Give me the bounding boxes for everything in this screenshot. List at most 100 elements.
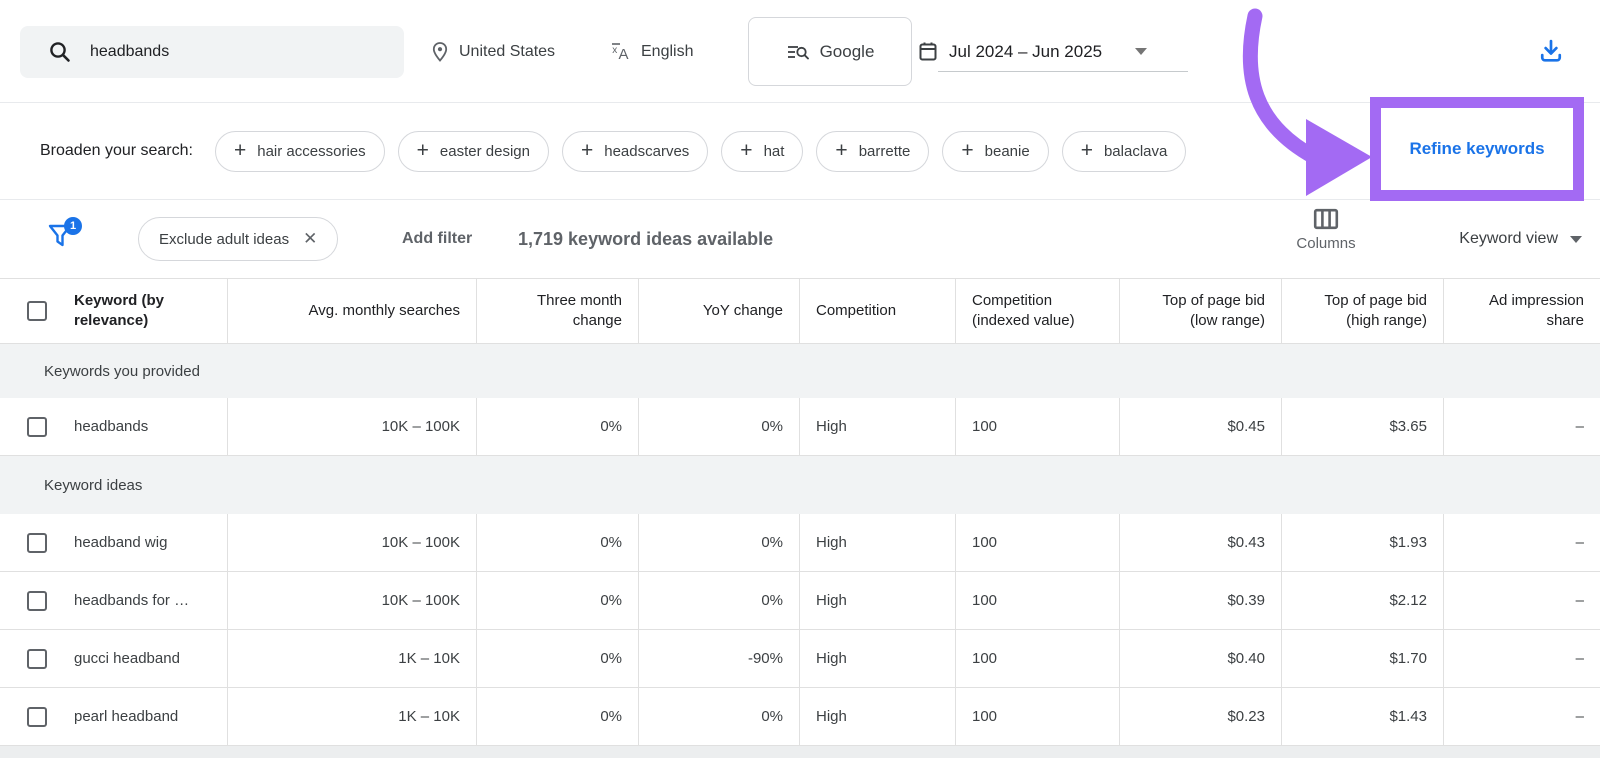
cell-top-bid-low: $0.40 [1120,630,1282,687]
cell-value: 10K – 100K [381,418,460,435]
cell-competition: High [800,630,956,687]
filter-funnel-button[interactable]: 1 [46,217,82,258]
cell-competition-indexed: 100 [956,398,1120,455]
columns-button[interactable]: Columns [1296,208,1356,252]
header-top-bid-high[interactable]: Top of page bid (high range) [1282,279,1444,343]
header-yoy-change[interactable]: YoY change [639,279,800,343]
cell-yoy-change: 0% [639,398,800,455]
row-checkbox[interactable] [27,301,47,321]
broaden-chip[interactable]: + hat [721,130,804,172]
search-network-icon [786,42,810,62]
cell-value: 100 [972,708,998,725]
language-label: English [641,42,694,60]
location-pin-icon [430,41,450,63]
cell-keyword: headband wig [0,514,228,571]
broaden-chip[interactable]: + hair accessories [214,130,385,172]
cell-value: High [816,650,847,667]
search-input[interactable] [90,43,340,61]
broaden-chip[interactable]: + headscarves [561,130,709,172]
cell-ad-impression-share: – [1444,630,1600,687]
header-label: Ad impression share [1488,291,1584,329]
table-row: headbands for … 10K – 100K 0% 0% High 100 $0.3… [0,572,1600,630]
date-range-selector[interactable]: Jul 2024 – Jun 2025 [918,0,1148,103]
broaden-chip[interactable]: + balaclava [1061,130,1187,172]
filter-count-badge: 1 [64,217,82,235]
broaden-search-row: Broaden your search: + hair accessories + e… [0,103,1600,200]
cell-value: 1K – 10K [398,650,460,667]
close-icon[interactable]: ✕ [303,229,317,249]
add-filter-button[interactable]: Add filter [402,200,472,278]
row-checkbox[interactable] [27,532,47,553]
cell-competition: High [800,398,956,455]
header-label: Avg. monthly searches [308,301,460,319]
cell-value: $0.45 [1227,418,1265,435]
keyword-text: headband wig [74,534,168,551]
cell-top-bid-high: $1.93 [1282,514,1444,571]
chevron-down-icon[interactable] [1135,48,1148,55]
plus-icon: + [580,138,594,162]
filter-chip-exclude-adult[interactable]: Exclude adult ideas ✕ [138,217,339,261]
keyword-search-box[interactable] [20,26,404,78]
table-body: Keywords you provided headbands 10K – 100K… [0,344,1600,746]
network-selector-button[interactable]: Google [748,17,912,86]
keyword-text: headbands [74,418,149,435]
calendar-icon [918,41,938,62]
header-competition[interactable]: Competition [800,279,956,343]
cell-yoy-change: 0% [639,572,800,629]
header-avg-monthly-searches[interactable]: Avg. monthly searches [228,279,477,343]
date-range-underline [938,71,1188,72]
cell-competition-indexed: 100 [956,514,1120,571]
row-checkbox[interactable] [27,416,47,437]
cell-value: $0.23 [1227,708,1265,725]
cell-avg-monthly-searches: 1K – 10K [228,630,477,687]
cell-value: High [816,708,847,725]
download-button[interactable] [1534,34,1568,68]
cell-yoy-change: 0% [639,688,800,745]
date-range-label: Jul 2024 – Jun 2025 [949,41,1103,61]
broaden-chip[interactable]: + barrette [816,130,930,172]
cell-value: $0.43 [1227,534,1265,551]
svg-text:A: A [619,46,629,63]
table-row: gucci headband 1K – 10K 0% -90% High 100 $0.40… [0,630,1600,688]
section-band: Keyword ideas [0,456,1600,514]
cell-top-bid-high: $1.43 [1282,688,1444,745]
refine-keywords-link[interactable]: Refine keywords [1409,139,1544,159]
cell-value: High [816,592,847,609]
cell-value: 0% [600,418,622,435]
broaden-chip[interactable]: + beanie [942,130,1049,172]
header-competition-indexed[interactable]: Competition (indexed value) [956,279,1120,343]
translate-icon: xA [610,41,632,63]
plus-icon: + [416,138,429,162]
row-checkbox[interactable] [27,648,47,669]
cell-value: $2.12 [1389,592,1427,609]
cell-competition-indexed: 100 [956,688,1120,745]
cell-value: 0% [761,418,783,435]
location-selector[interactable]: United States [430,0,555,103]
broaden-chips: + hair accessories + easter design + headscar… [214,130,1187,172]
cell-value: – [1575,534,1584,551]
cell-value: 1K – 10K [398,708,460,725]
header-top-bid-low[interactable]: Top of page bid (low range) [1120,279,1282,343]
cell-value: $0.40 [1227,650,1265,667]
plus-icon: + [961,138,974,162]
cell-value: 100 [972,418,998,435]
cell-value: High [816,418,847,435]
section-label: Keyword ideas [44,476,143,494]
columns-label: Columns [1296,235,1356,252]
row-checkbox[interactable] [27,590,47,611]
row-checkbox[interactable] [27,706,47,727]
plus-icon: + [740,138,753,162]
cell-value: 0% [761,708,783,725]
keywords-table: Keyword (by relevance) Avg. monthly searc… [0,278,1600,746]
header-ad-impression-share[interactable]: Ad impression share [1444,279,1600,343]
header-three-month-change[interactable]: Three month change [477,279,639,343]
cell-top-bid-low: $0.23 [1120,688,1282,745]
cell-competition: High [800,514,956,571]
chevron-down-icon [1570,235,1582,243]
header-keyword[interactable]: Keyword (by relevance) [0,279,228,343]
broaden-chip[interactable]: + easter design [397,130,549,172]
annotation-box: Refine keywords [1370,97,1584,201]
language-selector[interactable]: xA English [610,0,693,103]
keyword-view-dropdown[interactable]: Keyword view [1459,200,1582,278]
cell-value: 0% [761,534,783,551]
